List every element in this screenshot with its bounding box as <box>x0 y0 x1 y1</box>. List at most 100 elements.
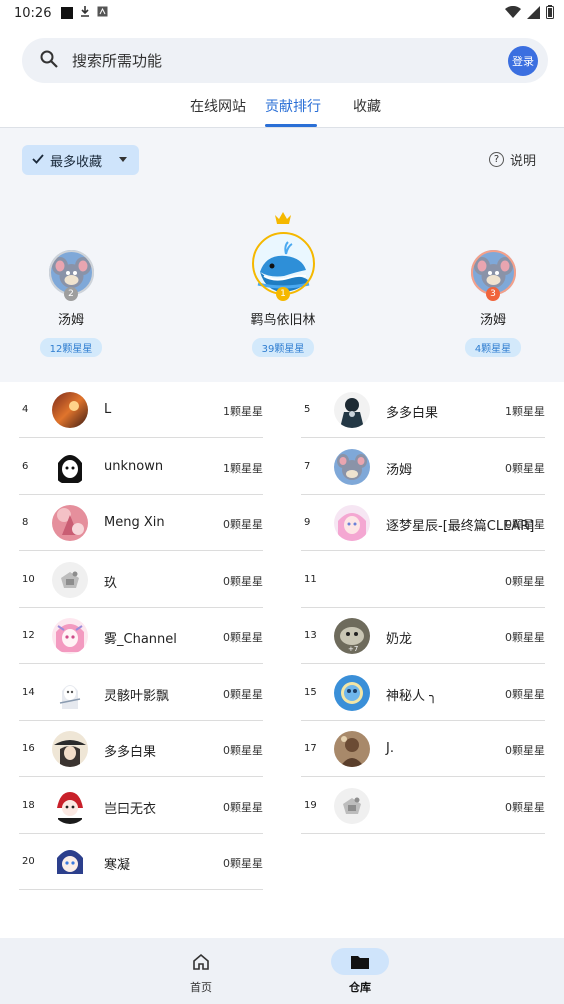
sort-filter-label: 最多收藏 <box>50 154 103 170</box>
user-name: 岂曰无衣 <box>104 801 157 817</box>
rank-number: 19 <box>304 799 317 811</box>
bottom-navigation: 首页 仓库 <box>0 938 564 1004</box>
user-name: 奶龙 <box>386 632 413 647</box>
ranking-row[interactable]: 9 逐梦星辰-[最终篇CLEAR] 0颗星星 <box>301 495 545 551</box>
user-avatar <box>52 561 88 598</box>
rank-number: 12 <box>22 630 35 641</box>
star-count: 0颗星星 <box>223 631 263 644</box>
ranking-row[interactable]: 11 0颗星星 <box>301 552 545 608</box>
ranking-row[interactable]: 17 J. 0颗星星 <box>301 721 545 777</box>
star-count: 12颗星星 <box>39 338 103 357</box>
star-count: 1颗星星 <box>505 405 545 418</box>
wifi-icon <box>505 5 521 18</box>
user-avatar <box>334 448 370 485</box>
ranking-row[interactable]: 14 灵骸叶影飘 0颗星星 <box>19 665 263 721</box>
star-count: 1颗星星 <box>223 461 263 475</box>
user-avatar <box>52 618 88 654</box>
user-avatar <box>334 505 370 541</box>
user-name: L <box>104 402 112 417</box>
nav-home[interactable]: 首页 <box>172 948 230 995</box>
user-avatar <box>52 392 88 428</box>
nav-repository[interactable]: 仓库 <box>331 948 389 995</box>
ranking-row[interactable]: 20 寒凝 0颗星星 <box>19 834 263 890</box>
tab-contribution-ranking[interactable]: 贡献排行 <box>265 96 321 116</box>
star-count: 0颗星星 <box>505 631 545 644</box>
user-name: 神秘人 ╮ <box>386 688 437 704</box>
rank-number: 5 <box>304 404 311 415</box>
rank-number: 15 <box>304 686 317 698</box>
user-name: J. <box>386 741 394 756</box>
star-count: 0颗星星 <box>505 800 545 814</box>
user-avatar <box>334 392 370 428</box>
user-name: Meng Xin <box>104 515 165 530</box>
status-bar: 10:26 <box>0 0 564 26</box>
user-avatar <box>52 731 88 767</box>
top-user-1[interactable]: 1 羁鸟依旧林 39颗星星 <box>243 212 323 357</box>
avatar: 3 <box>470 250 516 301</box>
rank-number: 20 <box>22 856 35 867</box>
login-button[interactable]: 登录 <box>508 46 538 76</box>
rank-number: 11 <box>304 573 317 585</box>
search-bar[interactable]: 搜索所需功能 登录 <box>22 38 548 83</box>
star-count: 1颗星星 <box>223 405 263 418</box>
star-count: 0颗星星 <box>505 687 545 701</box>
rank-number: 14 <box>22 686 35 698</box>
rank-number: 6 <box>22 460 29 472</box>
star-count: 0颗星星 <box>223 857 263 870</box>
battery-icon <box>546 5 554 19</box>
top-user-name: 汤姆 <box>57 313 84 328</box>
search-placeholder: 搜索所需功能 <box>72 52 163 70</box>
user-name: 灵骸叶影飘 <box>104 688 170 704</box>
star-count: 0颗星星 <box>223 574 263 588</box>
user-name: 雾_Channel <box>104 632 177 647</box>
ranking-row[interactable]: 5 多多白果 1颗星星 <box>301 382 545 438</box>
help-label: 说明 <box>509 154 536 169</box>
tab-bar: 在线网站 贡献排行 收藏 <box>0 86 564 128</box>
search-icon <box>40 50 58 72</box>
user-avatar <box>334 787 370 824</box>
star-count: 0颗星星 <box>223 744 263 757</box>
ranking-row[interactable]: 4 L 1颗星星 <box>19 382 263 438</box>
sort-filter-chip[interactable]: 最多收藏 <box>22 145 139 175</box>
ranking-row[interactable]: 12 雾_Channel 0颗星星 <box>19 608 263 664</box>
top-user-3[interactable]: 3 汤姆 4颗星星 <box>453 250 533 357</box>
rank-number: 13 <box>304 630 317 641</box>
user-avatar <box>52 787 88 824</box>
rank-number: 9 <box>304 517 311 528</box>
user-avatar <box>52 505 88 541</box>
ranking-row[interactable]: 13 +7 奶龙 0颗星星 <box>301 608 545 664</box>
tab-online-sites[interactable]: 在线网站 <box>190 96 246 116</box>
ranking-row[interactable]: 6 unknown 1颗星星 <box>19 439 263 495</box>
rank-number: 7 <box>304 460 311 472</box>
star-count: 39颗星星 <box>251 338 315 357</box>
status-time: 10:26 <box>14 5 52 21</box>
top-user-name: 汤姆 <box>479 313 506 328</box>
nav-repository-label: 仓库 <box>349 981 371 994</box>
ranking-row[interactable]: 15 神秘人 ╮ 0颗星星 <box>301 665 545 721</box>
ranking-row[interactable]: 18 岂曰无衣 0颗星星 <box>19 778 263 834</box>
rank-badge: 3 <box>486 287 500 301</box>
podium-section: 最多收藏 ? 说明 2 汤姆 12颗星星 1 羁鸟依旧林 39颗星星 3 汤姆 … <box>0 128 564 382</box>
ranking-row[interactable]: 19 0颗星星 <box>301 778 545 834</box>
crown-icon <box>274 210 292 229</box>
home-icon <box>193 953 209 970</box>
star-count: 0颗星星 <box>223 800 263 814</box>
check-icon <box>32 153 44 168</box>
rank-number: 17 <box>304 743 317 754</box>
app-notification-icon <box>97 6 108 21</box>
help-button[interactable]: ? 说明 <box>488 150 536 169</box>
top-user-2[interactable]: 2 汤姆 12颗星星 <box>31 250 111 357</box>
star-count: 4颗星星 <box>464 338 522 357</box>
ranking-row[interactable]: 10 玖 0颗星星 <box>19 552 263 608</box>
top-user-name: 羁鸟依旧林 <box>250 313 316 328</box>
star-count: 0颗星星 <box>505 574 545 588</box>
ranking-row[interactable]: 16 多多白果 0颗星星 <box>19 721 263 777</box>
help-icon: ? <box>488 152 504 167</box>
user-avatar <box>52 448 88 485</box>
rank-number: 4 <box>22 404 29 415</box>
ranking-row[interactable]: 8 Meng Xin 0颗星星 <box>19 495 263 551</box>
rank-badge: 1 <box>276 287 290 301</box>
ranking-row[interactable]: 7 汤姆 0颗星星 <box>301 439 545 495</box>
tab-favorites[interactable]: 收藏 <box>353 96 381 116</box>
dropdown-caret-icon <box>119 157 127 162</box>
